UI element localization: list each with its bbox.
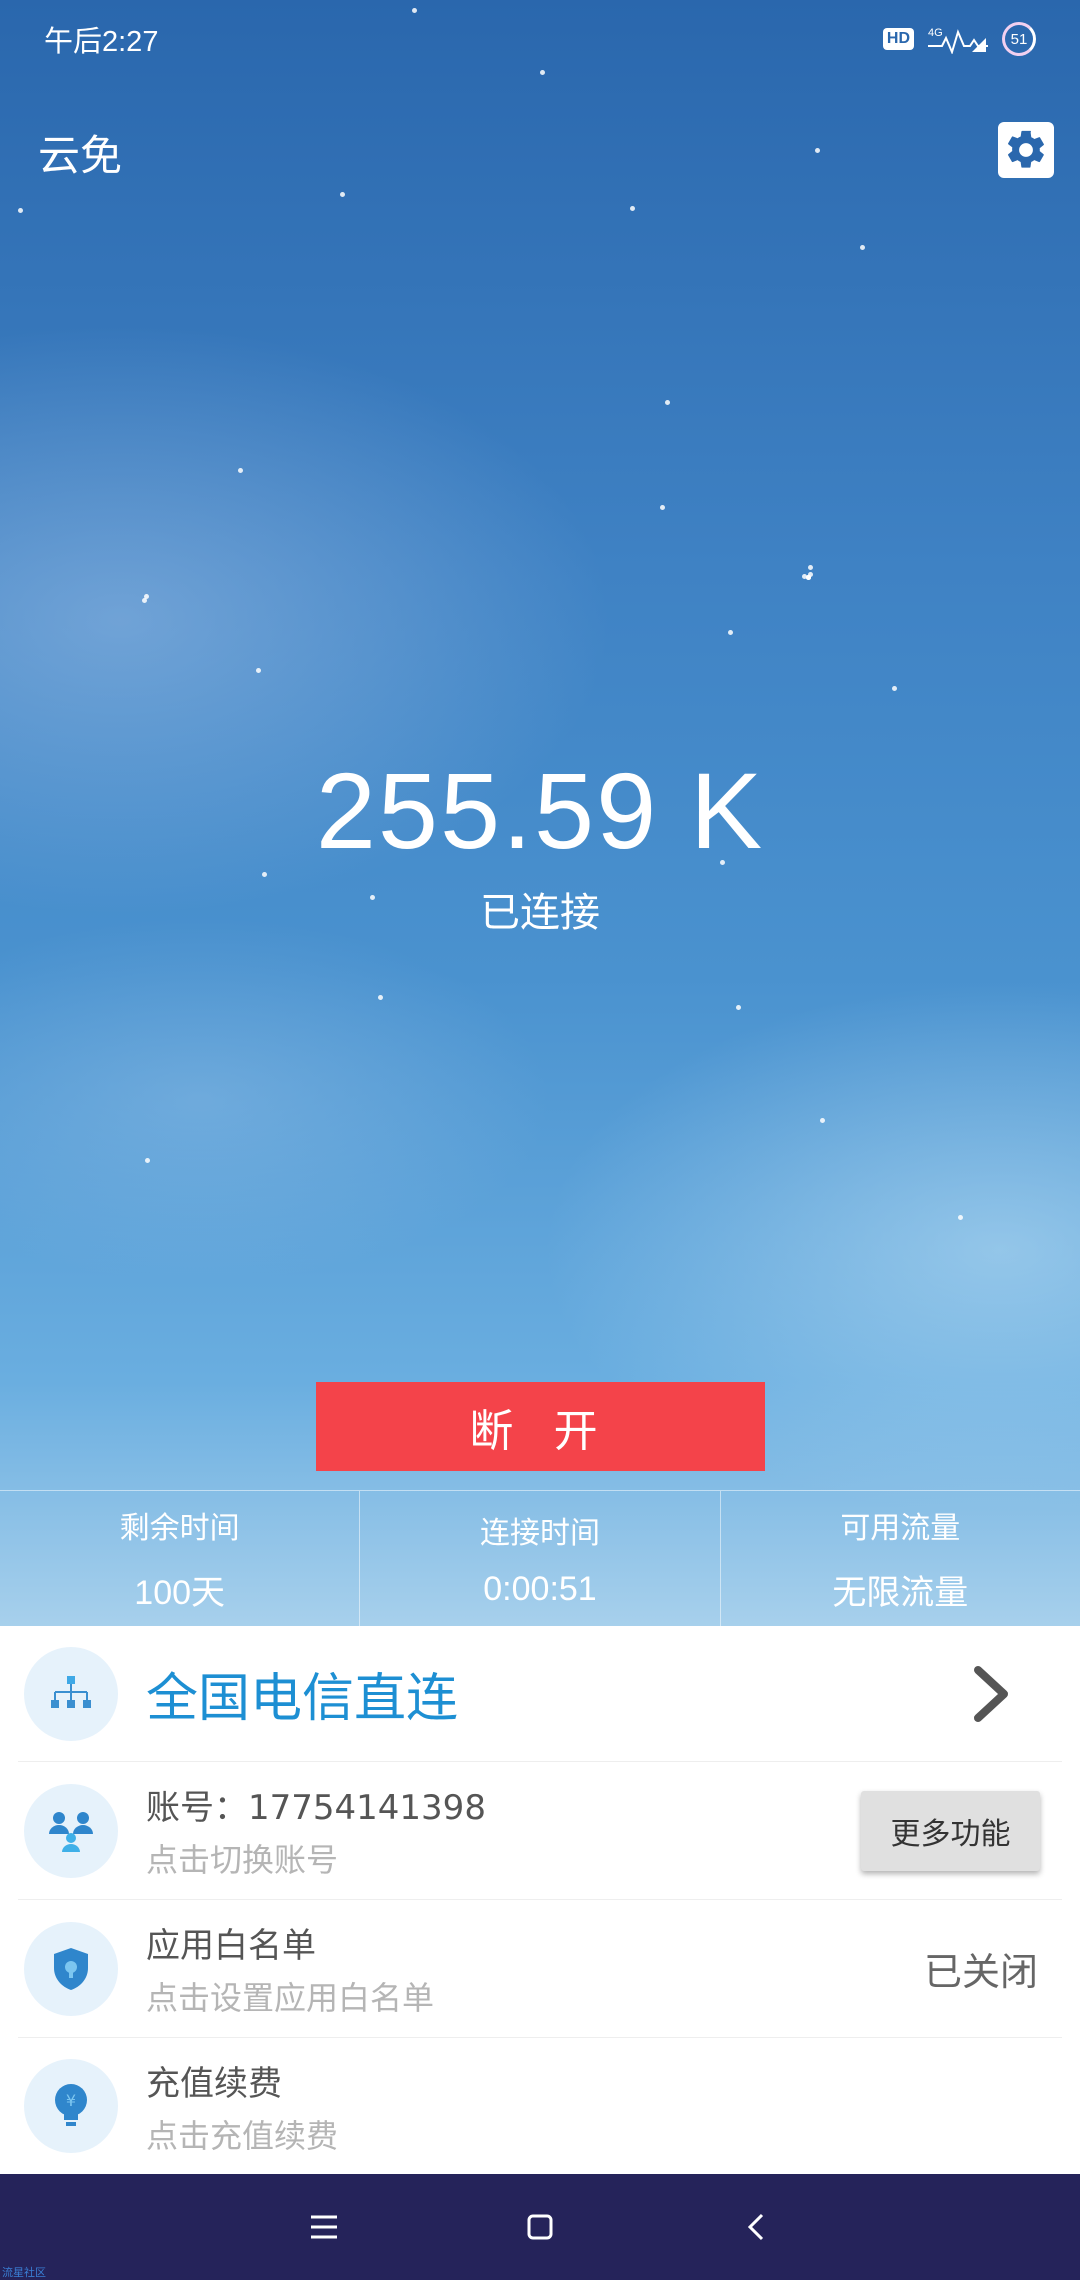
feature-list: 全国电信直连 账号：17754141398 点击切换账号 更多功能 应用白名单 … xyxy=(0,1626,1080,2174)
stat-label: 剩余时间 xyxy=(119,1511,240,1546)
whitelist-texts: 应用白名单 点击设置应用白名单 xyxy=(146,1918,924,2019)
stat-connected-time: 连接时间 0:00:51 xyxy=(360,1491,721,1626)
stat-label: 连接时间 xyxy=(479,1516,600,1551)
svg-text:¥: ¥ xyxy=(66,2091,76,2110)
menu-button[interactable] xyxy=(301,2204,347,2250)
network-type-label: 4G xyxy=(928,27,943,39)
stat-label: 可用流量 xyxy=(840,1511,961,1546)
back-button[interactable] xyxy=(733,2204,779,2250)
navigation-bar xyxy=(0,2174,1080,2280)
whitelist-state: 已关闭 xyxy=(923,1950,1038,1994)
route-title: 全国电信直连 xyxy=(146,1669,459,1729)
account-subtitle: 点击切换账号 xyxy=(146,1841,339,1879)
status-bar: 午后2:27 HD 4G 51 xyxy=(0,0,1080,78)
account-texts: 账号：17754141398 点击切换账号 xyxy=(146,1780,861,1881)
home-icon xyxy=(527,2214,553,2240)
app-title: 云免 xyxy=(38,131,123,180)
route-texts: 全国电信直连 xyxy=(146,1656,968,1731)
whitelist-row[interactable]: 应用白名单 点击设置应用白名单 已关闭 xyxy=(18,1900,1062,2038)
status-icons: HD 4G 51 xyxy=(882,22,1036,56)
watermark: 流星社区 xyxy=(2,2266,46,2279)
stat-value: 0:00:51 xyxy=(483,1570,597,1608)
recharge-subtitle: 点击充值续费 xyxy=(146,2116,339,2155)
battery-icon: 51 xyxy=(1002,22,1036,56)
stat-remaining-time: 剩余时间 100天 xyxy=(0,1491,361,1626)
home-button[interactable] xyxy=(517,2204,563,2250)
settings-button[interactable] xyxy=(998,122,1054,178)
disconnect-button[interactable]: 断 开 xyxy=(316,1382,765,1471)
recharge-title: 充值续费 xyxy=(146,2063,282,2104)
recharge-row[interactable]: ¥ 充值续费 点击充值续费 xyxy=(18,2038,1062,2174)
stat-value: 无限流量 xyxy=(832,1574,969,1612)
more-features-button[interactable]: 更多功能 xyxy=(861,1790,1040,1871)
users-icon xyxy=(24,1783,118,1878)
signal-icon: 4G xyxy=(928,27,988,54)
account-number: 账号：17754141398 xyxy=(146,1788,486,1828)
connection-status: 已连接 xyxy=(480,890,600,936)
stats-bar: 剩余时间 100天 连接时间 0:00:51 可用流量 无限流量 xyxy=(0,1490,1080,1626)
hd-icon: HD xyxy=(882,28,914,50)
status-time: 午后2:27 xyxy=(44,26,159,58)
whitelist-title: 应用白名单 xyxy=(146,1926,316,1966)
yuan-bulb-icon: ¥ xyxy=(24,2059,118,2153)
stat-available-traffic: 可用流量 无限流量 xyxy=(721,1491,1080,1626)
chevron-right-icon[interactable] xyxy=(968,1664,1014,1724)
speed-value: 255.59 K xyxy=(315,750,765,871)
menu-icon xyxy=(311,2215,337,2239)
network-tree-icon xyxy=(24,1646,118,1741)
shield-icon xyxy=(24,1921,118,2016)
route-row[interactable]: 全国电信直连 xyxy=(18,1626,1062,1762)
stat-value: 100天 xyxy=(134,1574,226,1612)
recharge-texts: 充值续费 点击充值续费 xyxy=(146,2056,1062,2157)
back-icon xyxy=(747,2213,764,2241)
gear-icon xyxy=(1008,130,1044,168)
whitelist-subtitle: 点击设置应用白名单 xyxy=(146,1979,435,2017)
account-row[interactable]: 账号：17754141398 点击切换账号 更多功能 xyxy=(18,1762,1062,1900)
